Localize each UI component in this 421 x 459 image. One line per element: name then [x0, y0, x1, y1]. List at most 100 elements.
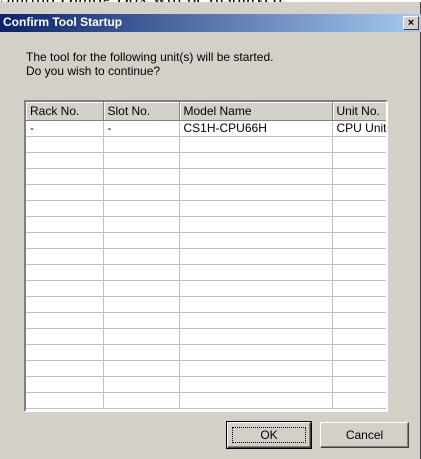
column-header-unit-no[interactable]: Unit No. — [332, 102, 386, 121]
dialog-message: The tool for the following unit(s) will … — [26, 50, 273, 78]
message-line-1: The tool for the following unit(s) will … — [26, 50, 274, 64]
empty-row — [26, 248, 386, 265]
empty-cell — [103, 296, 180, 313]
empty-cell — [179, 216, 333, 233]
table-body: - - CS1H-CPU66H CPU Unit — [26, 120, 386, 409]
empty-cell — [26, 312, 104, 329]
empty-cell — [332, 184, 386, 201]
empty-cell — [26, 216, 104, 233]
empty-cell — [179, 264, 333, 281]
empty-cell — [26, 344, 104, 361]
empty-cell — [332, 360, 386, 377]
empty-cell — [332, 200, 386, 217]
empty-cell — [103, 280, 180, 297]
empty-cell — [103, 392, 180, 409]
empty-cell — [26, 264, 104, 281]
empty-cell — [26, 232, 104, 249]
empty-cell — [179, 136, 333, 153]
empty-cell — [179, 280, 333, 297]
empty-cell — [332, 392, 386, 409]
empty-row — [26, 168, 386, 185]
column-header-rack-no[interactable]: Rack No. — [26, 102, 104, 121]
empty-row — [26, 152, 386, 169]
empty-row — [26, 200, 386, 217]
empty-row — [26, 392, 386, 409]
cancel-button[interactable]: Cancel — [320, 422, 409, 448]
column-header-slot-no[interactable]: Slot No. — [103, 102, 180, 121]
close-icon: × — [407, 17, 415, 29]
empty-row — [26, 312, 386, 329]
empty-cell — [26, 136, 104, 153]
empty-cell — [332, 280, 386, 297]
empty-cell — [26, 152, 104, 169]
empty-cell — [103, 328, 180, 345]
empty-cell — [179, 328, 333, 345]
empty-cell — [179, 200, 333, 217]
empty-cell — [179, 232, 333, 249]
empty-cell — [103, 248, 180, 265]
close-button[interactable]: × — [403, 16, 419, 30]
empty-cell — [26, 184, 104, 201]
empty-cell — [179, 152, 333, 169]
empty-cell — [103, 136, 180, 153]
empty-cell — [103, 200, 180, 217]
empty-cell — [332, 328, 386, 345]
empty-cell — [26, 296, 104, 313]
cell-rack-no: - — [26, 120, 104, 137]
empty-cell — [332, 264, 386, 281]
title-bar[interactable]: Confirm Tool Startup × — [0, 14, 421, 32]
cell-model-name: CS1H-CPU66H — [179, 120, 333, 137]
empty-cell — [26, 376, 104, 393]
empty-cell — [26, 360, 104, 377]
empty-row — [26, 296, 386, 313]
empty-cell — [179, 168, 333, 185]
empty-cell — [103, 152, 180, 169]
ok-button[interactable]: OK — [226, 421, 312, 449]
empty-cell — [26, 280, 104, 297]
empty-cell — [179, 184, 333, 201]
empty-cell — [332, 136, 386, 153]
message-line-2: Do you wish to continue? — [26, 64, 161, 78]
empty-row — [26, 360, 386, 377]
empty-cell — [332, 344, 386, 361]
empty-cell — [332, 216, 386, 233]
empty-cell — [26, 328, 104, 345]
empty-cell — [179, 376, 333, 393]
empty-cell — [103, 376, 180, 393]
empty-cell — [26, 168, 104, 185]
column-header-model-name[interactable]: Model Name — [179, 102, 333, 121]
empty-cell — [103, 168, 180, 185]
empty-row — [26, 216, 386, 233]
focus-rectangle — [232, 427, 306, 443]
empty-cell — [332, 312, 386, 329]
empty-cell — [26, 392, 104, 409]
cell-slot-no: - — [103, 120, 180, 137]
unit-table: Rack No. Slot No. Model Name Unit No. - … — [26, 102, 386, 409]
empty-cell — [103, 232, 180, 249]
cell-unit-no: CPU Unit — [332, 120, 386, 137]
empty-row — [26, 344, 386, 361]
unit-list: Rack No. Slot No. Model Name Unit No. - … — [24, 100, 388, 412]
empty-row — [26, 232, 386, 249]
dialog-title: Confirm Tool Startup — [3, 15, 123, 29]
empty-cell — [332, 152, 386, 169]
empty-cell — [179, 312, 333, 329]
empty-cell — [179, 360, 333, 377]
empty-cell — [332, 168, 386, 185]
empty-cell — [332, 296, 386, 313]
empty-row — [26, 264, 386, 281]
empty-cell — [103, 312, 180, 329]
cancel-button-label: Cancel — [345, 428, 384, 442]
empty-cell — [179, 296, 333, 313]
empty-cell — [26, 200, 104, 217]
empty-cell — [26, 248, 104, 265]
empty-cell — [103, 216, 180, 233]
table-header-row: Rack No. Slot No. Model Name Unit No. — [26, 102, 386, 121]
empty-row — [26, 184, 386, 201]
empty-row — [26, 328, 386, 345]
empty-row — [26, 136, 386, 153]
table-row[interactable]: - - CS1H-CPU66H CPU Unit — [26, 120, 386, 137]
empty-cell — [103, 264, 180, 281]
empty-row — [26, 376, 386, 393]
empty-cell — [103, 344, 180, 361]
